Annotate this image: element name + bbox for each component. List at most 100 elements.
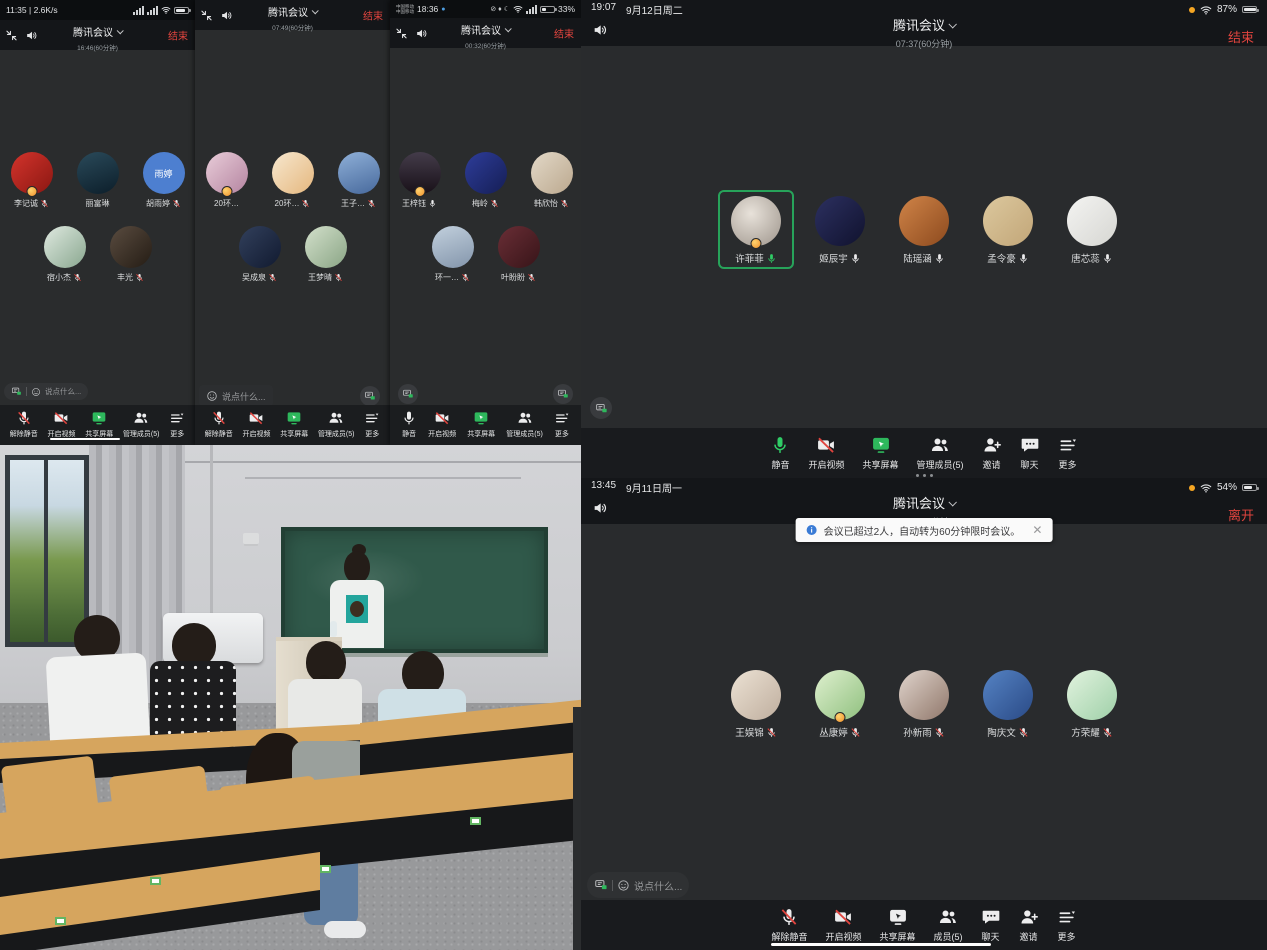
chat-placeholder: 说点什么... (45, 386, 81, 397)
participant-tile[interactable]: 姬辰宇 (802, 190, 878, 269)
mic-status-icon (1102, 253, 1113, 264)
toolbar-chat-button[interactable]: 聊天 (1020, 435, 1040, 471)
toolbar-more-button[interactable]: 更多 (1058, 435, 1078, 471)
chat-input-bar[interactable]: 说点什么... (587, 872, 689, 898)
speaker-icon[interactable] (220, 9, 233, 22)
toolbar-camera-button[interactable]: 开启视频 (47, 410, 75, 439)
speaker-icon[interactable] (25, 29, 38, 42)
participant-tile[interactable]: 宿小杰 (36, 224, 94, 285)
participant-tile[interactable]: 李记诚 (3, 150, 61, 211)
participant-tile[interactable]: 陆瑶涵 (886, 190, 962, 269)
banner-close-icon[interactable]: ✕ (1032, 523, 1042, 537)
toolbar-invite-button[interactable]: 邀请 (982, 435, 1002, 471)
participant-tile[interactable]: 许菲菲 (718, 190, 794, 269)
minimize-icon[interactable] (5, 29, 18, 42)
toolbar-share-button[interactable]: 共享屏幕 (280, 410, 308, 439)
speaker-icon[interactable] (415, 27, 428, 40)
avatar (432, 226, 474, 268)
participant-tile[interactable]: 20环… (198, 150, 256, 211)
toolbar-more-button[interactable]: 更多 (364, 410, 380, 439)
meeting-title[interactable]: 腾讯会议 (73, 24, 113, 39)
emoji-icon[interactable] (31, 387, 41, 397)
battery-percent: 33% (558, 4, 575, 14)
participant-tile[interactable]: 丰光 (102, 224, 160, 285)
participant-row: 李记诚丽富琳雨婷胡雨婷 (0, 150, 195, 211)
toolbar-chat-button[interactable]: 聊天 (981, 907, 1001, 943)
toolbar-mute-button[interactable]: 静音 (401, 410, 417, 439)
end-meeting-button[interactable]: 结束 (168, 28, 188, 43)
participant-tile[interactable]: 王子… (330, 150, 388, 211)
toolbar-members-button[interactable]: 管理成员(5) (318, 410, 355, 439)
end-meeting-button[interactable]: 结束 (554, 26, 574, 41)
share-card-icon[interactable] (11, 386, 22, 397)
toolbar-members-button[interactable]: 管理成员(5) (506, 410, 543, 439)
end-meeting-button[interactable]: 结束 (1228, 27, 1254, 46)
participant-tile[interactable]: 雨婷胡雨婷 (135, 150, 193, 211)
participant-tile[interactable]: 丽富琳 (69, 150, 127, 211)
emoji-icon[interactable] (206, 390, 218, 402)
participant-name-row: 韩欣怡 (525, 198, 579, 209)
toolbar-mute-button[interactable]: 静音 (770, 435, 790, 471)
toolbar-unmute-button[interactable]: 解除静音 (205, 410, 233, 439)
toolbar-members-button[interactable]: 管理成员(5) (123, 410, 160, 439)
meeting-window-e: 13:45 9月11日周一 54% 腾讯会议 02:48(60分钟) 离开 会议… (581, 478, 1267, 950)
meeting-title-block[interactable]: 腾讯会议 07:37(60分钟) (581, 15, 1267, 50)
participant-tile[interactable]: 吴成泉 (231, 224, 289, 285)
status-icons (133, 5, 189, 15)
minimize-icon[interactable] (200, 9, 213, 22)
avatar (44, 226, 86, 268)
participant-tile[interactable]: 环一… (424, 224, 482, 285)
toolbar-camera-button[interactable]: 开启视频 (825, 907, 861, 943)
caption-share-icon[interactable] (360, 386, 380, 406)
participant-tile[interactable]: 王梦晴 (297, 224, 355, 285)
toolbar-unmute-button[interactable]: 解除静音 (771, 907, 807, 943)
participant-tile[interactable]: 叶盼盼 (490, 224, 548, 285)
participant-tile[interactable]: 方荣耀 (1054, 664, 1130, 743)
end-meeting-button[interactable]: 结束 (363, 8, 383, 23)
participant-tile[interactable]: 丛康婷 (802, 664, 878, 743)
emoji-icon[interactable] (617, 879, 630, 892)
toolbar-unmute-button[interactable]: 解除静音 (10, 410, 38, 439)
leave-meeting-button[interactable]: 离开 (1228, 505, 1254, 524)
toolbar-label: 更多 (365, 429, 379, 439)
toolbar-share-button[interactable]: 共享屏幕 (863, 435, 899, 471)
chat-input-bar[interactable]: 说点什么... (4, 383, 88, 400)
participant-name-row: 丽富琳 (71, 198, 125, 209)
meeting-title[interactable]: 腾讯会议 (461, 22, 501, 37)
toolbar-invite-button[interactable]: 邀请 (1019, 907, 1039, 943)
caption-share-icon[interactable] (590, 397, 612, 419)
participant-tile[interactable]: 王娱锦 (718, 664, 794, 743)
meeting-title[interactable]: 腾讯会议 (268, 4, 308, 19)
participant-tile[interactable]: 20环… (264, 150, 322, 211)
toolbar-more-button[interactable]: 更多 (169, 410, 185, 439)
toolbar-members-button[interactable]: 管理成员(5) (917, 435, 964, 471)
chat-icon (981, 907, 1001, 927)
toolbar-more-button[interactable]: 更多 (1057, 907, 1077, 943)
toolbar-share-button[interactable]: 共享屏幕 (85, 410, 113, 439)
meeting-title[interactable]: 腾讯会议 (893, 493, 945, 512)
participant-tile[interactable]: 梅岭 (457, 150, 515, 211)
toolbar-share-button[interactable]: 共享屏幕 (467, 410, 495, 439)
meeting-title[interactable]: 腾讯会议 (893, 15, 945, 34)
toolbar-more-button[interactable]: 更多 (554, 410, 570, 439)
participant-tile[interactable]: 陶庆文 (970, 664, 1046, 743)
participant-name: 叶盼盼 (501, 272, 525, 283)
participant-tile[interactable]: 孟令豪 (970, 190, 1046, 269)
minimize-icon[interactable] (395, 27, 408, 40)
share-card-icon[interactable] (594, 878, 608, 892)
chat-placeholder: 说点什么... (634, 878, 682, 893)
more-icon (1057, 907, 1077, 927)
toolbar-camera-button[interactable]: 开启视频 (242, 410, 270, 439)
caption-share-icon[interactable] (553, 384, 573, 404)
participant-tile[interactable]: 唐芯蕊 (1054, 190, 1130, 269)
toolbar-camera-button[interactable]: 开启视频 (808, 435, 844, 471)
toolbar-camera-button[interactable]: 开启视频 (428, 410, 456, 439)
participant-tile[interactable]: 韩欣怡 (523, 150, 581, 211)
chat-input-bar[interactable]: 说点什么... (199, 385, 273, 407)
caption-share-icon[interactable] (398, 384, 418, 404)
participant-tile[interactable]: 孙新雨 (886, 664, 962, 743)
participant-tile[interactable]: 王梓钰 (391, 150, 449, 211)
toolbar-share-button[interactable]: 共享屏幕 (880, 907, 916, 943)
toolbar-members-button[interactable]: 成员(5) (934, 907, 963, 943)
participant-name-row: 王梓钰 (393, 198, 447, 209)
